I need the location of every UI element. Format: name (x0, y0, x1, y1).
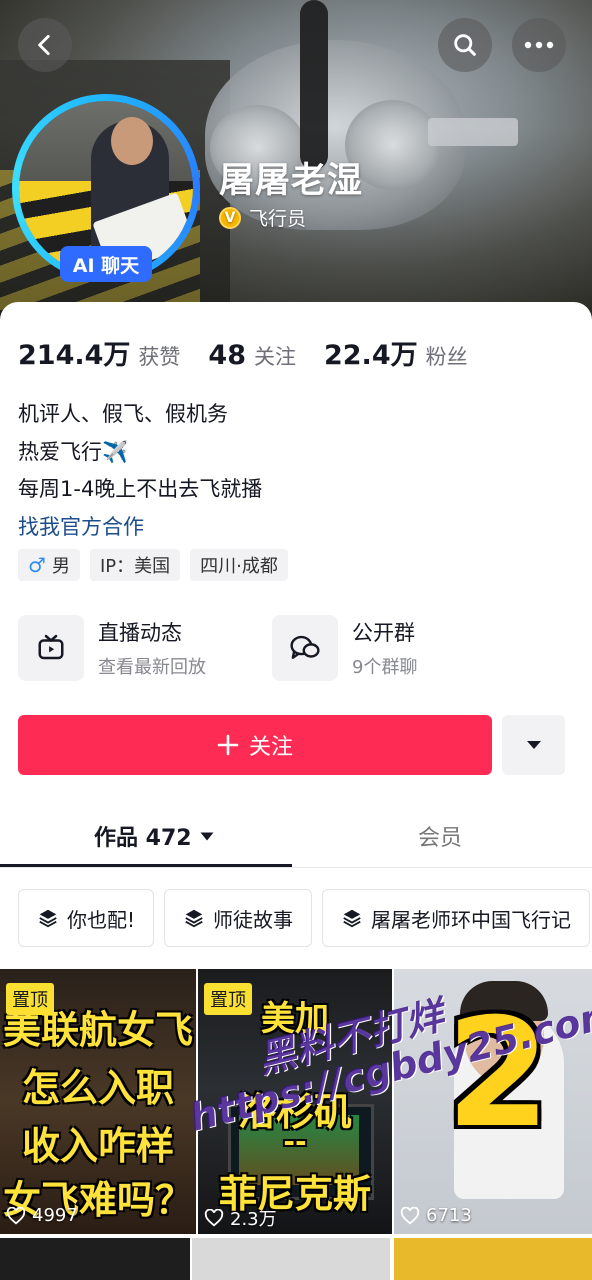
collection-chip[interactable]: 师徒故事 (164, 889, 313, 947)
public-group-title: 公开群 (352, 621, 415, 645)
tab-works-label: 作品 472 (94, 826, 192, 851)
ai-chat-badge[interactable]: AI 聊天 (60, 246, 152, 282)
video-thumbnail-row2[interactable] (0, 1238, 190, 1280)
ip-tag: IP：美国 (89, 549, 181, 581)
video-likes: 2.3万 (204, 1205, 277, 1231)
collection-chip-label: 你也配! (67, 907, 136, 932)
profile-tags: ♂ 男 IP：美国 四川·成都 (18, 549, 288, 581)
tab-member[interactable]: 会员 (418, 820, 462, 852)
likes-count: 214.4万 (18, 340, 131, 371)
video-thumbnail-row2[interactable] (192, 1238, 390, 1280)
male-icon: ♂ (28, 553, 46, 577)
pinned-badge: 置顶 (6, 983, 54, 1015)
verified-v-icon: V (219, 206, 241, 229)
location-tag: 四川·成都 (190, 549, 288, 581)
gender-tag: ♂ 男 (18, 549, 80, 581)
heart-icon (400, 1206, 420, 1225)
video-thumbnail[interactable]: 美联航女飞 怎么入职 收入咋样 女飞难吗？ 置顶 4997 (0, 969, 196, 1234)
group-chat-icon (272, 615, 338, 681)
collection-chip[interactable]: 屠屠老师环中国飞行记 (322, 889, 591, 947)
collection-chips: 你也配! 师徒故事 屠屠老师环中国飞行记 (18, 889, 591, 947)
layers-icon (185, 909, 203, 928)
caret-down-icon (526, 741, 541, 749)
likes-label: 获赞 (138, 345, 181, 369)
public-group-subtitle: 9个群聊 (352, 657, 418, 678)
followers-label[interactable]: 粉丝 (426, 341, 468, 371)
bio-line: 热爱飞行✈️ (18, 439, 129, 464)
collection-chip-label: 屠屠老师环中国飞行记 (371, 907, 572, 932)
avatar-pilot-head (111, 117, 153, 165)
tab-divider (0, 867, 592, 868)
back-button[interactable] (18, 18, 72, 72)
collection-chip-label: 师徒故事 (213, 907, 294, 932)
video-thumbnail-row2[interactable] (394, 1238, 592, 1280)
followers-count[interactable]: 22.4万 (324, 333, 418, 372)
gender-label: 男 (51, 556, 70, 577)
following-count[interactable]: 48 (208, 340, 246, 371)
heart-icon (204, 1209, 224, 1227)
plus-icon (217, 734, 239, 756)
bio: 机评人、假飞、假机务 热爱飞行✈️ 每周1-4晚上不出去飞就播 找我官方合作 (18, 396, 262, 546)
follow-button[interactable]: 关注 (18, 715, 492, 775)
bio-line: 每周1-4晚上不出去飞就播 (18, 477, 263, 501)
verification: V 飞行员 (219, 204, 306, 231)
video-likes: 4997 (6, 1205, 78, 1226)
video-title-line: 收入咋样 (21, 1124, 174, 1168)
collection-chip[interactable]: 你也配! (18, 889, 155, 947)
video-likes-count: 2.3万 (230, 1209, 277, 1230)
verification-title: 飞行员 (249, 208, 307, 230)
live-replay-subtitle: 查看最新回放 (98, 657, 206, 678)
video-likes: 6713 (400, 1205, 472, 1226)
following-label[interactable]: 关注 (254, 341, 296, 371)
live-replay-title: 直播动态 (98, 621, 182, 645)
video-likes-count: 4997 (32, 1205, 78, 1226)
search-button[interactable] (438, 18, 492, 72)
more-options-button[interactable] (512, 18, 566, 72)
layers-icon (343, 909, 361, 928)
pinned-badge: 置顶 (204, 983, 252, 1015)
caret-down-icon (200, 832, 214, 840)
profile-name: 屠屠老湿 (219, 161, 364, 201)
tv-icon (18, 615, 84, 681)
more-dots-icon (524, 41, 554, 49)
business-link[interactable]: 找我官方合作 (18, 509, 262, 547)
recommend-dropdown-button[interactable] (502, 715, 565, 775)
video-title-line: 怎么入职 (21, 1066, 174, 1110)
tab-works[interactable]: 作品 472 (94, 820, 214, 852)
search-icon (454, 34, 476, 56)
back-arrow-icon (38, 34, 50, 56)
stats-row: 214.4万 获赞 48 关注 22.4万 粉丝 (18, 333, 496, 372)
follow-label: 关注 (248, 735, 293, 760)
public-group-entry[interactable]: 公开群 9个群聊 (272, 615, 417, 681)
live-replay-entry[interactable]: 直播动态 查看最新回放 (18, 615, 206, 681)
layers-icon (39, 909, 57, 928)
video-likes-count: 6713 (426, 1205, 472, 1226)
heart-icon (6, 1206, 26, 1225)
bio-line: 机评人、假飞、假机务 (18, 402, 228, 426)
